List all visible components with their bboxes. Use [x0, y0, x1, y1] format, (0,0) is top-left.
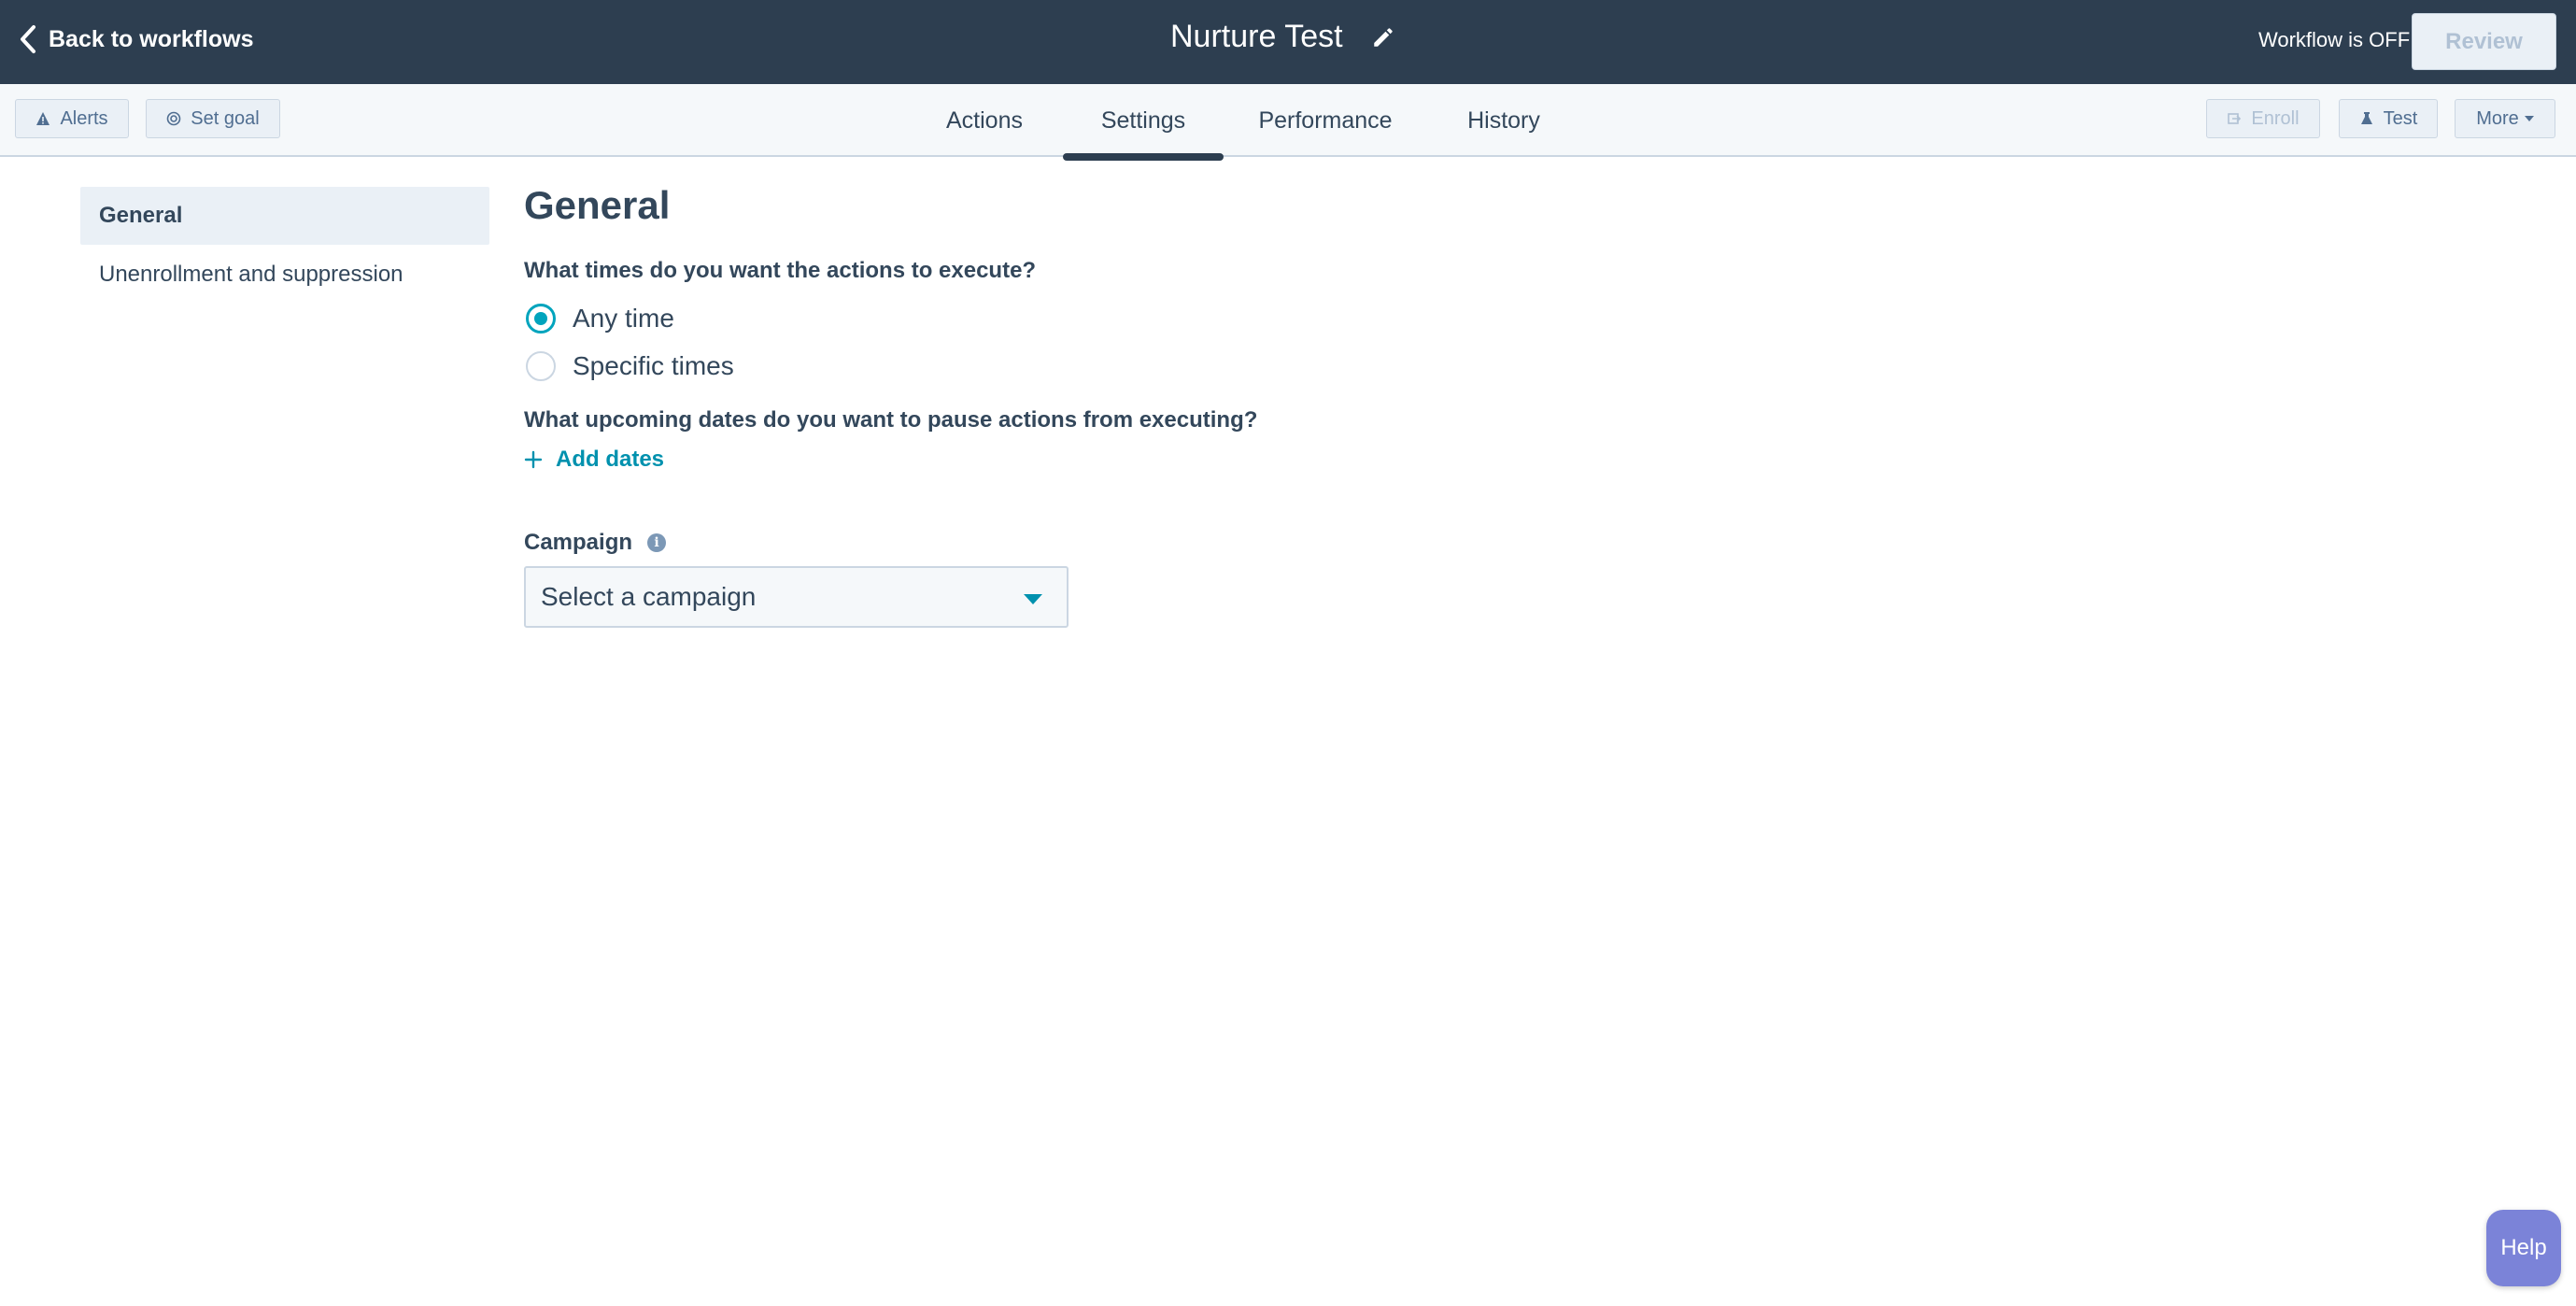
add-dates-link[interactable]: Add dates: [524, 447, 664, 473]
radio-button[interactable]: [526, 351, 556, 381]
target-icon: [166, 111, 181, 126]
caret-down-icon: [1024, 594, 1042, 604]
help-button[interactable]: Help: [2486, 1210, 2561, 1286]
sidebar-item-general[interactable]: General: [80, 187, 489, 245]
tab-label: Actions: [946, 106, 1023, 134]
radio-label: Specific times: [573, 351, 734, 380]
alerts-label: Alerts: [60, 107, 108, 129]
flask-icon: [2360, 112, 2372, 124]
tab-performance[interactable]: Performance: [1257, 84, 1394, 157]
info-icon[interactable]: i: [647, 533, 667, 552]
radio-label: Any time: [573, 304, 674, 333]
radio-button-checked[interactable]: [526, 304, 556, 334]
tab-actions[interactable]: Actions: [938, 84, 1031, 157]
campaign-select[interactable]: Select a campaign: [524, 566, 1069, 628]
sidebar-item-label: General: [99, 203, 183, 228]
execute-times-question: What times do you want the actions to ex…: [524, 258, 1037, 283]
tab-history[interactable]: History: [1463, 84, 1545, 157]
more-dropdown-button[interactable]: More: [2455, 99, 2555, 138]
top-header: Back to workflows Nurture Test Workflow …: [0, 0, 2576, 84]
test-button[interactable]: Test: [2339, 99, 2438, 138]
sidebar-item-label: Unenrollment and suppression: [99, 262, 403, 287]
pause-dates-question: What upcoming dates do you want to pause…: [524, 407, 1258, 433]
caret-down-icon: [2524, 116, 2534, 121]
test-label: Test: [2383, 107, 2418, 129]
campaign-select-value: Select a campaign: [541, 582, 757, 611]
add-dates-label: Add dates: [556, 447, 665, 472]
enroll-icon: [2228, 113, 2242, 124]
warning-icon: [36, 112, 50, 125]
set-goal-button[interactable]: Set goal: [146, 99, 280, 138]
tab-bar: Actions Settings Performance History: [0, 84, 2576, 161]
back-label: Back to workflows: [49, 25, 254, 52]
campaign-label-text: Campaign: [524, 530, 633, 555]
tab-label: Performance: [1258, 106, 1393, 134]
alerts-button[interactable]: Alerts: [15, 99, 129, 138]
chevron-left-icon: [21, 25, 35, 53]
enroll-label: Enroll: [2251, 107, 2300, 129]
tab-settings[interactable]: Settings: [1063, 84, 1224, 161]
page-title: General: [524, 183, 671, 227]
back-to-workflows-link[interactable]: Back to workflows: [19, 24, 254, 54]
workflow-status: Workflow is OFF: [2258, 28, 2411, 51]
sidebar-item-unenrollment[interactable]: Unenrollment and suppression: [80, 246, 489, 304]
tab-label: History: [1467, 106, 1540, 134]
review-button[interactable]: Review: [2412, 13, 2556, 70]
more-label: More: [2476, 107, 2519, 129]
enroll-button[interactable]: Enroll: [2206, 99, 2320, 138]
sub-toolbar: Actions Settings Performance History Ale…: [0, 84, 2576, 161]
radio-any-time[interactable]: Any time: [526, 304, 674, 334]
pencil-edit-icon[interactable]: [1371, 25, 1395, 50]
campaign-field-label: Campaign i: [524, 530, 667, 556]
tab-label: Settings: [1100, 106, 1186, 134]
plus-icon: [524, 450, 543, 469]
set-goal-label: Set goal: [191, 107, 260, 129]
workflow-title: Nurture Test: [1170, 19, 1343, 54]
radio-specific-times[interactable]: Specific times: [526, 351, 734, 381]
